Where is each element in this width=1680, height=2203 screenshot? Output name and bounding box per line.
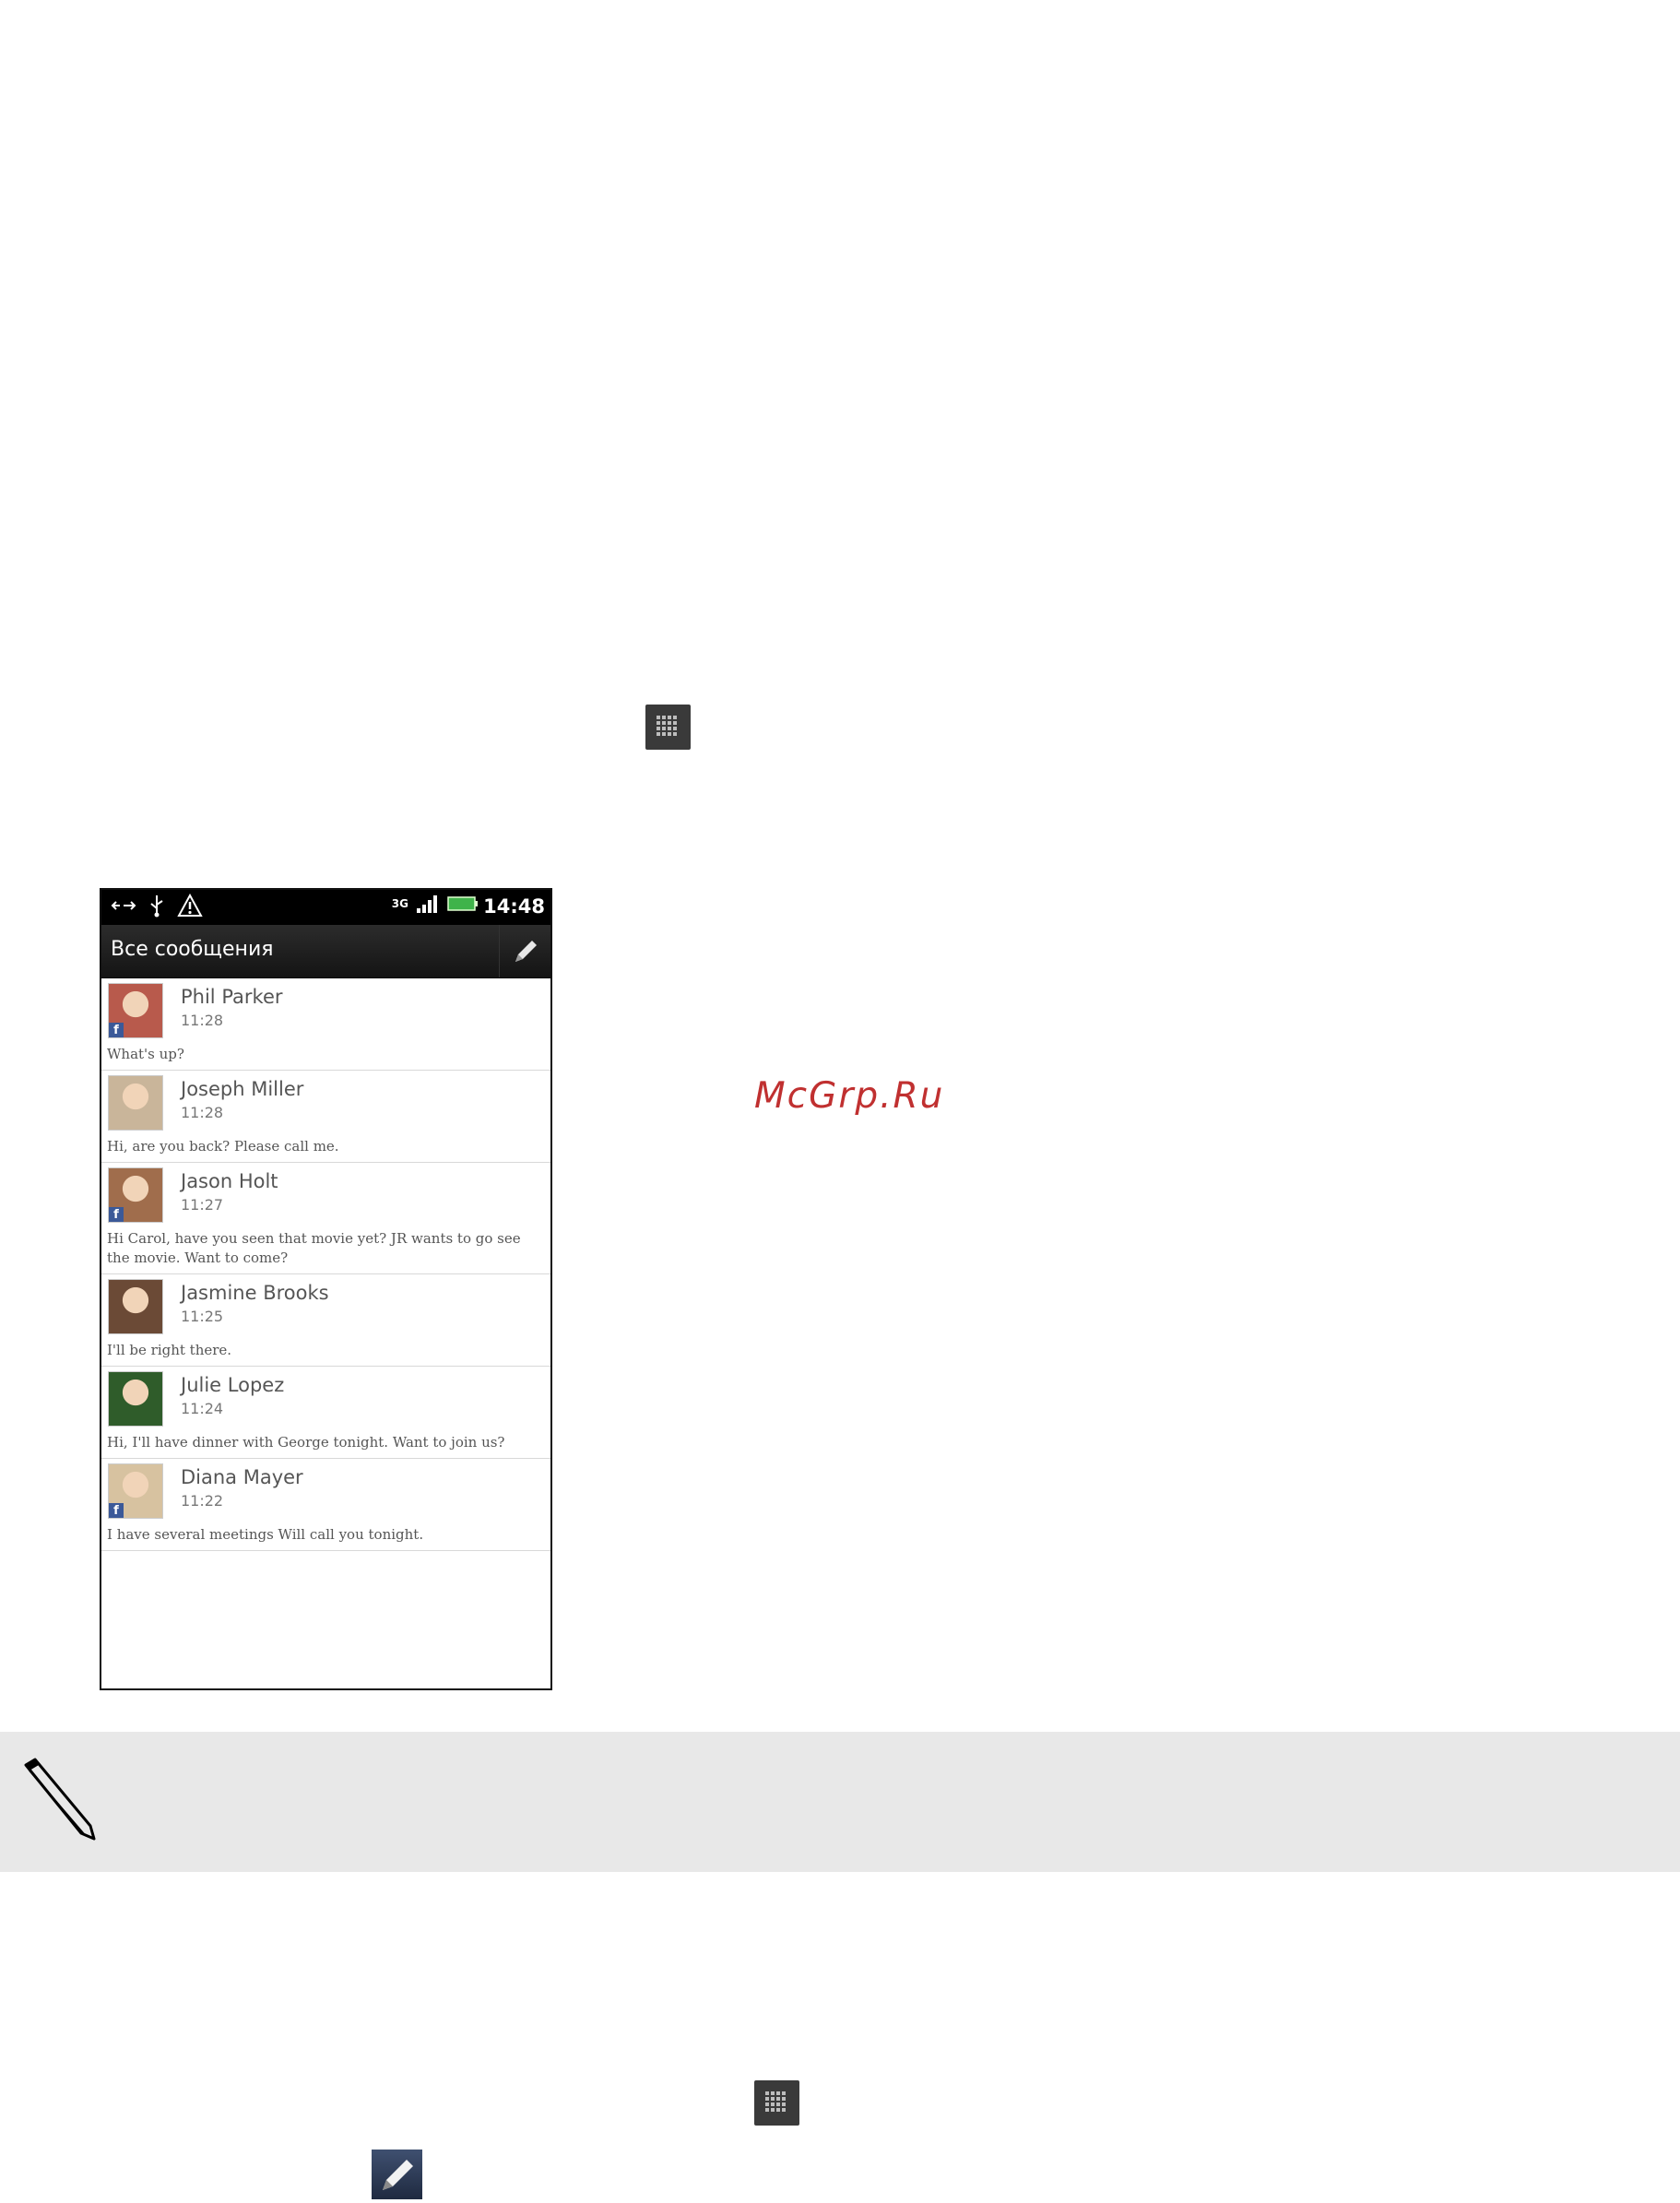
message-time: 11:27 <box>181 1196 224 1214</box>
link-icon <box>111 901 136 910</box>
title-bar: Все сообщения <box>101 925 550 978</box>
message-item[interactable]: Joseph Miller 11:28 Hi, are you back? Pl… <box>101 1071 550 1163</box>
compose-button[interactable] <box>499 925 550 977</box>
phone-screenshot: 3G 14:48 Все сообщения f Phil Parker 11:… <box>100 888 552 1690</box>
message-list: f Phil Parker 11:28 What's up? Joseph Mi… <box>101 978 550 1551</box>
message-preview: What's up? <box>107 1046 184 1062</box>
message-preview: Hi, I'll have dinner with George tonight… <box>107 1434 505 1451</box>
apps-grid-icon <box>754 2080 799 2126</box>
message-preview: I have several meetings Will call you to… <box>107 1526 424 1543</box>
contact-name: Diana Mayer <box>181 1466 303 1488</box>
contact-name: Jason Holt <box>181 1170 278 1192</box>
compose-icon <box>372 2150 422 2199</box>
status-time: 14:48 <box>483 895 545 918</box>
message-item[interactable]: Jasmine Brooks 11:25 I'll be right there… <box>101 1274 550 1367</box>
pencil-icon <box>515 940 537 962</box>
message-time: 11:24 <box>181 1400 224 1417</box>
network-type-label: 3G <box>391 897 408 910</box>
facebook-icon: f <box>109 1207 124 1222</box>
message-time: 11:28 <box>181 1104 224 1121</box>
contact-name: Phil Parker <box>181 986 283 1008</box>
message-time: 11:25 <box>181 1308 224 1325</box>
contact-name: Joseph Miller <box>181 1078 304 1100</box>
message-preview: Hi, are you back? Please call me. <box>107 1138 339 1155</box>
message-item[interactable]: f Jason Holt 11:27 Hi Carol, have you se… <box>101 1163 550 1274</box>
contact-name: Jasmine Brooks <box>181 1282 329 1304</box>
warning-icon <box>177 894 203 917</box>
battery-icon <box>447 896 478 911</box>
message-time: 11:22 <box>181 1492 224 1510</box>
avatar <box>108 1279 163 1334</box>
message-item[interactable]: f Phil Parker 11:28 What's up? <box>101 978 550 1071</box>
avatar: f <box>108 1463 163 1519</box>
signal-icon <box>417 895 437 913</box>
message-item[interactable]: Julie Lopez 11:24 Hi, I'll have dinner w… <box>101 1367 550 1459</box>
watermark: McGrp.Ru <box>754 1075 945 1117</box>
message-preview: Hi Carol, have you seen that movie yet? … <box>107 1230 521 1266</box>
avatar: f <box>108 1167 163 1223</box>
apps-grid-icon <box>645 705 691 750</box>
screen-title: Все сообщения <box>111 938 274 961</box>
avatar: f <box>108 983 163 1038</box>
usb-icon <box>150 895 163 918</box>
message-time: 11:28 <box>181 1012 224 1029</box>
note-bar <box>0 1732 1680 1872</box>
contact-name: Julie Lopez <box>181 1374 285 1396</box>
avatar <box>108 1075 163 1131</box>
message-preview: I'll be right there. <box>107 1342 232 1358</box>
facebook-icon: f <box>109 1023 124 1037</box>
message-item[interactable]: f Diana Mayer 11:22 I have several meeti… <box>101 1459 550 1551</box>
status-bar: 3G 14:48 <box>101 890 550 925</box>
pencil-icon <box>17 1758 96 1844</box>
avatar <box>108 1371 163 1427</box>
facebook-icon: f <box>109 1503 124 1518</box>
